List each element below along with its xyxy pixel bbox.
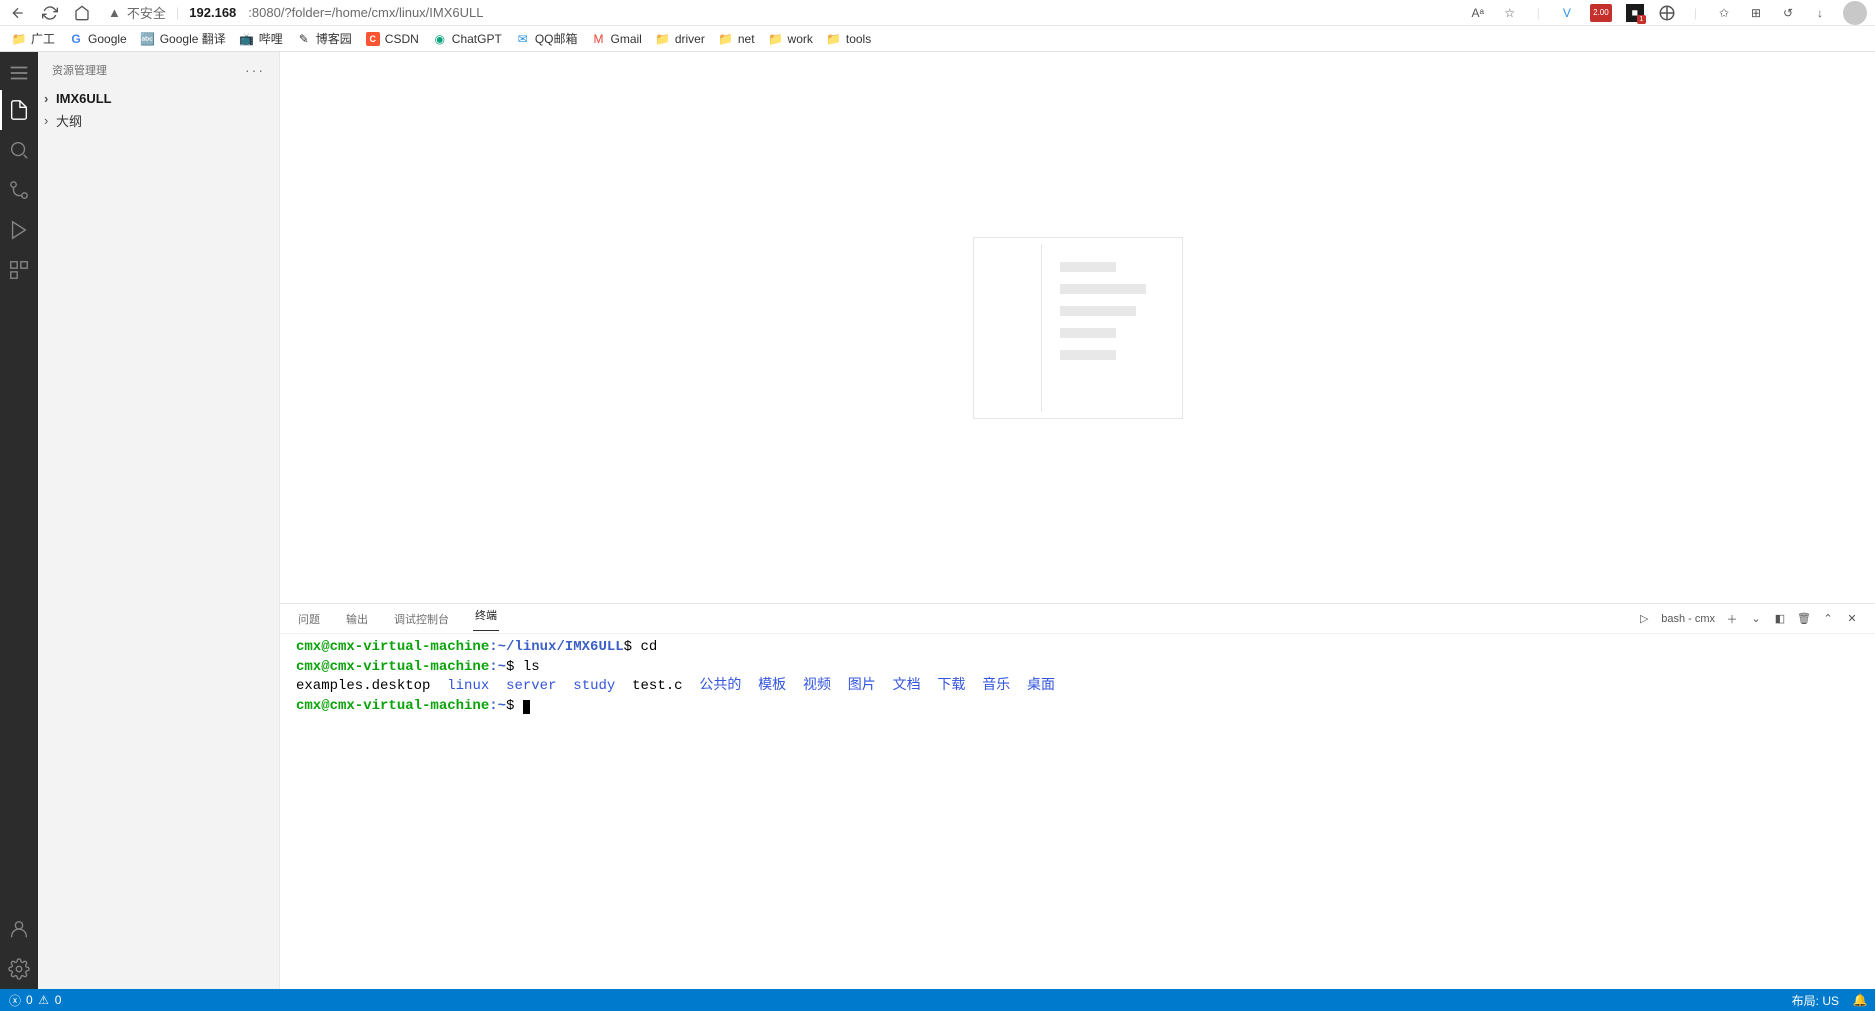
bookmark-item[interactable]: ◉ChatGPT <box>433 32 502 46</box>
bookmarks-bar: 📁广工 GGoogle 🔤Google 翻译 📺哔哩 ✎博客园 CCSDN ◉C… <box>0 26 1875 52</box>
bookmark-item[interactable]: GGoogle <box>69 32 127 46</box>
error-count[interactable]: 0 <box>26 993 33 1007</box>
bookmark-item[interactable]: CCSDN <box>366 32 419 46</box>
refresh-button[interactable] <box>40 3 60 23</box>
tab-problems[interactable]: 问题 <box>296 611 322 627</box>
search-icon[interactable] <box>0 130 38 170</box>
sidebar-explorer: 资源管理理 ··· ›IMX6ULL ›大纲 <box>38 52 280 989</box>
sidebar-title: 资源管理理 <box>52 62 107 78</box>
tab-terminal[interactable]: 终端 <box>473 607 499 631</box>
status-bar: ⓧ 0 ⚠ 0 布局: US 🔔 <box>0 989 1875 1011</box>
tree-folder-root[interactable]: ›IMX6ULL <box>38 87 279 109</box>
reading-mode-icon[interactable]: Aᵃ <box>1469 4 1487 22</box>
extensions-icon[interactable] <box>0 250 38 290</box>
cnblogs-icon: ✎ <box>297 32 311 46</box>
empty-watermark-icon <box>973 237 1183 419</box>
chevron-right-icon: › <box>44 113 56 128</box>
csdn-icon: C <box>366 32 380 46</box>
file-tree: ›IMX6ULL ›大纲 <box>38 87 279 131</box>
shell-label[interactable]: bash - cmx <box>1661 613 1715 625</box>
settings-gear-icon[interactable] <box>0 949 38 989</box>
warning-icon[interactable]: ⚠ <box>37 993 51 1007</box>
sidebar-header: 资源管理理 ··· <box>38 52 279 87</box>
close-panel-icon[interactable]: ✕ <box>1845 612 1859 626</box>
split-terminal-icon[interactable]: ◧ <box>1773 612 1787 626</box>
source-control-icon[interactable] <box>0 170 38 210</box>
bookmark-item[interactable]: 🔤Google 翻译 <box>141 30 226 47</box>
editor-area: 问题 输出 调试控制台 终端 ▷ bash - cmx ＋ ⌄ ◧ 🗑 ⌃ ✕ … <box>280 52 1875 989</box>
url-ip: 192.168 <box>189 5 236 20</box>
sidebar-more-icon[interactable]: ··· <box>245 62 265 78</box>
security-warning-icon: ▲ <box>108 5 121 20</box>
extensions-icon[interactable] <box>1658 4 1676 22</box>
bookmark-item[interactable]: 📁work <box>769 32 813 46</box>
account-icon[interactable] <box>0 909 38 949</box>
folder-icon: 📁 <box>827 32 841 46</box>
home-button[interactable] <box>72 3 92 23</box>
feedback-bell-icon[interactable]: 🔔 <box>1853 993 1867 1007</box>
run-debug-icon[interactable] <box>0 210 38 250</box>
back-button[interactable] <box>8 3 28 23</box>
address-bar[interactable]: ▲ 不安全 | 192.168 :8080/?folder=/home/cmx/… <box>108 3 484 22</box>
editor-empty-state <box>280 52 1875 603</box>
bookmark-item[interactable]: 📁广工 <box>12 30 55 47</box>
maximize-panel-icon[interactable]: ⌃ <box>1821 612 1835 626</box>
keyboard-layout[interactable]: 布局: US <box>1792 992 1839 1009</box>
history-icon[interactable]: ↺ <box>1779 4 1797 22</box>
terminal-content[interactable]: cmx@cmx-virtual-machine:~/linux/IMX6ULL$… <box>280 634 1875 989</box>
bookmark-item[interactable]: MGmail <box>591 32 641 46</box>
browser-toolbar: ▲ 不安全 | 192.168 :8080/?folder=/home/cmx/… <box>0 0 1875 26</box>
new-terminal-icon[interactable]: ＋ <box>1725 612 1739 626</box>
gmail-icon: M <box>591 32 605 46</box>
error-icon[interactable]: ⓧ <box>8 993 22 1007</box>
extension-youtube-badge[interactable]: 2.00 <box>1590 4 1612 22</box>
explorer-icon[interactable] <box>0 90 38 130</box>
bottom-panel: 问题 输出 调试控制台 终端 ▷ bash - cmx ＋ ⌄ ◧ 🗑 ⌃ ✕ … <box>280 603 1875 989</box>
bookmark-item[interactable]: 📁tools <box>827 32 871 46</box>
profile-avatar[interactable] <box>1843 1 1867 25</box>
bookmark-item[interactable]: 📁driver <box>656 32 705 46</box>
tab-debug-console[interactable]: 调试控制台 <box>392 611 451 627</box>
collections-icon[interactable]: ⊞ <box>1747 4 1765 22</box>
tab-output[interactable]: 输出 <box>344 611 370 627</box>
vscode-window: 资源管理理 ··· ›IMX6ULL ›大纲 问题 <box>0 52 1875 989</box>
google-icon: G <box>69 32 83 46</box>
tree-section-outline[interactable]: ›大纲 <box>38 109 279 131</box>
security-label: 不安全 <box>127 3 166 22</box>
panel-actions: ▷ bash - cmx ＋ ⌄ ◧ 🗑 ⌃ ✕ <box>1637 612 1859 626</box>
bookmark-item[interactable]: 📺哔哩 <box>240 30 283 47</box>
panel-tabs: 问题 输出 调试控制台 终端 ▷ bash - cmx ＋ ⌄ ◧ 🗑 ⌃ ✕ <box>280 604 1875 634</box>
url-path: :8080/?folder=/home/cmx/linux/IMX6ULL <box>248 5 483 20</box>
extension-notifier-badge[interactable]: ◼ <box>1626 4 1644 22</box>
favorites-icon[interactable]: ✩ <box>1715 4 1733 22</box>
downloads-icon[interactable]: ↓ <box>1811 4 1829 22</box>
star-outline-icon[interactable]: ☆ <box>1501 4 1519 22</box>
folder-icon: 📁 <box>719 32 733 46</box>
folder-icon: 📁 <box>656 32 670 46</box>
bilibili-icon: 📺 <box>240 32 254 46</box>
google-translate-icon: 🔤 <box>141 32 155 46</box>
activity-bar <box>0 52 38 989</box>
bookmark-item[interactable]: ✉QQ邮箱 <box>516 30 578 47</box>
terminal-launch-icon[interactable]: ▷ <box>1637 612 1651 626</box>
warning-count[interactable]: 0 <box>55 993 62 1007</box>
chatgpt-icon: ◉ <box>433 32 447 46</box>
chevron-down-icon[interactable]: ⌄ <box>1749 612 1763 626</box>
chevron-right-icon: › <box>44 91 56 106</box>
folder-icon: 📁 <box>769 32 783 46</box>
qqmail-icon: ✉ <box>516 32 530 46</box>
bookmark-item[interactable]: ✎博客园 <box>297 30 352 47</box>
extension-veee-icon[interactable]: V <box>1558 4 1576 22</box>
folder-icon: 📁 <box>12 32 26 46</box>
browser-right-controls: Aᵃ ☆ | V 2.00 ◼ | ✩ ⊞ ↺ ↓ <box>1469 1 1867 25</box>
menu-icon[interactable] <box>0 56 38 90</box>
trash-icon[interactable]: 🗑 <box>1797 612 1811 626</box>
bookmark-item[interactable]: 📁net <box>719 32 755 46</box>
